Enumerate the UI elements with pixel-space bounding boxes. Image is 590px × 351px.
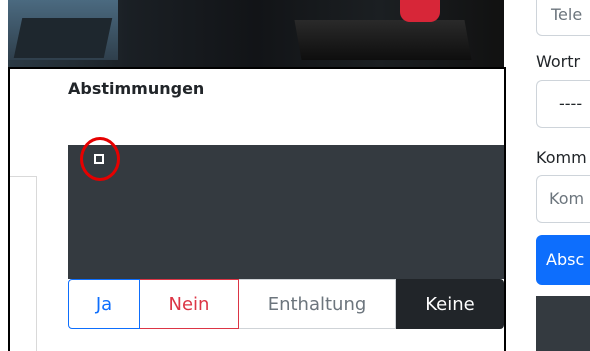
image-device-shape [294, 20, 472, 60]
vote-abstain-button[interactable]: Enthaltung [239, 279, 396, 329]
side-panel-border-left [36, 176, 37, 351]
content-left-border [8, 67, 10, 351]
section-title: Abstimmungen [68, 79, 205, 98]
header-image [8, 0, 504, 67]
vote-none-button[interactable]: Keine [396, 279, 504, 329]
kommentar-input[interactable]: Kom [536, 175, 590, 223]
vote-no-button[interactable]: Nein [140, 279, 239, 329]
content-top-border [8, 67, 506, 69]
side-panel-border-top [10, 176, 36, 177]
highlight-circle [80, 137, 120, 181]
vote-yes-button[interactable]: Ja [68, 279, 140, 329]
vote-video-area [68, 145, 504, 279]
wortmeldung-select[interactable]: ---- [536, 80, 590, 128]
column-divider [504, 67, 506, 351]
wortmeldung-label: Wortr [536, 52, 581, 71]
submit-button[interactable]: Absc [536, 235, 590, 285]
phone-input[interactable]: Tele [536, 0, 590, 36]
vote-button-group: Ja Nein Enthaltung Keine [68, 279, 504, 329]
right-dark-panel [536, 296, 590, 351]
page: Abstimmungen Ja Nein Enthaltung Keine Te… [0, 0, 590, 351]
image-keyboard-shape [13, 18, 113, 58]
kommentar-label: Komm [536, 148, 587, 167]
image-red-shape [400, 0, 440, 22]
